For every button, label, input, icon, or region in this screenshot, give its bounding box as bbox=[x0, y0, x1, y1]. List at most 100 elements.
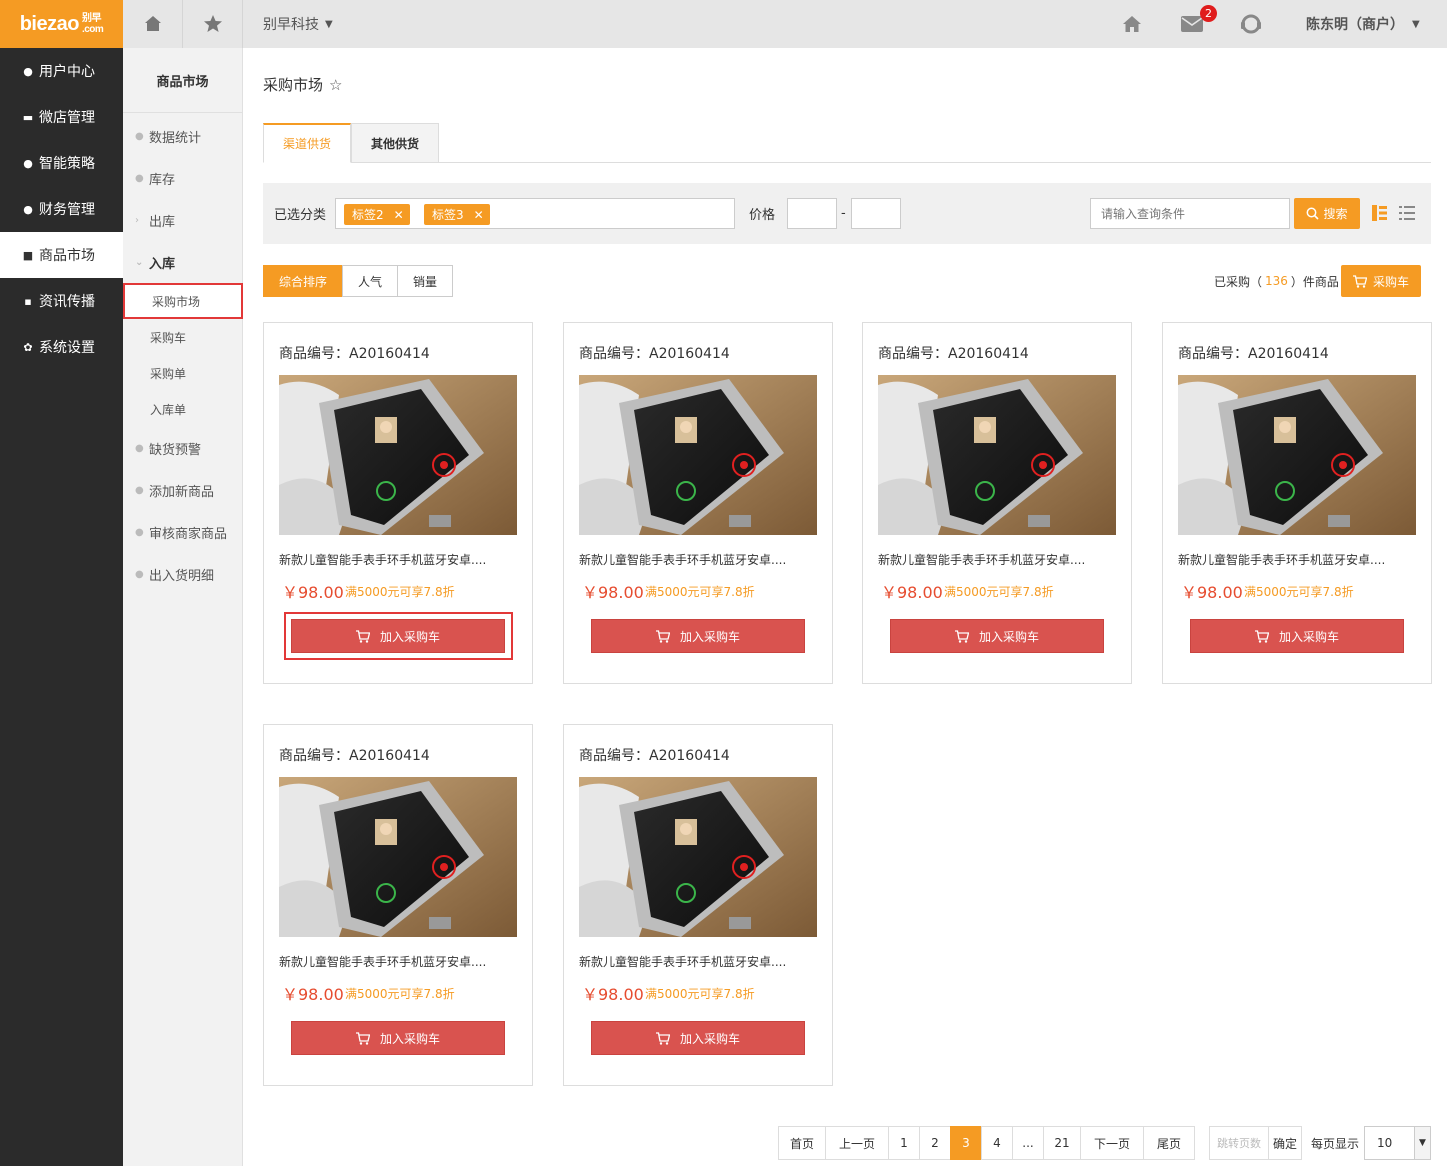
price-max-input[interactable] bbox=[851, 198, 901, 229]
company-dropdown[interactable]: 别早科技 ▼ bbox=[242, 0, 333, 48]
favorite-star-outline-icon[interactable]: ☆ bbox=[329, 76, 342, 94]
product-promo: 满5000元可享7.8折 bbox=[1244, 585, 1354, 599]
page-button[interactable]: ... bbox=[1012, 1126, 1044, 1160]
product-watch-image bbox=[279, 375, 517, 535]
search-icon bbox=[1307, 207, 1320, 220]
caret-down-icon: ▼ bbox=[1412, 18, 1420, 30]
page-button[interactable]: 3 bbox=[950, 1126, 982, 1160]
subnav-item-inbound[interactable]: ⌄ 入库 bbox=[123, 241, 242, 283]
product-card: 商品编号：A20160414 新款儿童智能手表手环手机蓝牙安卓.... ￥98.… bbox=[263, 724, 533, 1086]
product-watch-image bbox=[279, 777, 517, 937]
product-image[interactable] bbox=[579, 777, 817, 937]
sidebar-item-shop[interactable]: ▬ 微店管理 bbox=[0, 94, 123, 140]
sidebar-item-news[interactable]: ▪ 资讯传播 bbox=[0, 278, 123, 324]
search-input[interactable] bbox=[1090, 198, 1290, 229]
sidebar-item-settings[interactable]: ✿ 系统设置 bbox=[0, 324, 123, 370]
cart-icon bbox=[655, 1031, 670, 1045]
page-button[interactable]: 4 bbox=[981, 1126, 1013, 1160]
logo[interactable]: biezao 别早 .com bbox=[0, 0, 123, 48]
grid-view-icon[interactable] bbox=[1372, 205, 1388, 221]
price-range-dash: - bbox=[841, 206, 846, 221]
per-page-select[interactable]: 10 ▼ bbox=[1364, 1126, 1431, 1160]
cart-icon bbox=[355, 1031, 370, 1045]
product-promo: 满5000元可享7.8折 bbox=[944, 585, 1054, 599]
jump-page-input[interactable]: 跳转页数 bbox=[1209, 1126, 1269, 1160]
page-button[interactable]: 1 bbox=[888, 1126, 920, 1160]
product-name[interactable]: 新款儿童智能手表手环手机蓝牙安卓.... bbox=[1178, 551, 1385, 568]
logo-sub: 别早 .com bbox=[81, 13, 104, 35]
product-promo: 满5000元可享7.8折 bbox=[645, 585, 755, 599]
subnav-item-stock[interactable]: ● 库存 bbox=[123, 157, 242, 199]
tab-other-supply[interactable]: 其他供货 bbox=[351, 123, 439, 163]
pagination: 首页 上一页 1 2 3 4... 21 下一页 尾页 bbox=[778, 1126, 1195, 1160]
sort-popularity-button[interactable]: 人气 bbox=[342, 265, 398, 297]
category-tag[interactable]: 标签3 ✕ bbox=[424, 204, 490, 225]
product-card: 商品编号：A20160414 新款儿童智能手表手环手机蓝牙安卓.... ￥98.… bbox=[563, 322, 833, 684]
mail-icon[interactable] bbox=[1180, 0, 1204, 48]
support-headset-icon[interactable] bbox=[1239, 0, 1263, 48]
subnav-child-purchase-market[interactable]: 采购市场 bbox=[123, 283, 243, 319]
sidebar-item-strategy[interactable]: ● 智能策略 bbox=[0, 140, 123, 186]
remove-tag-icon[interactable]: ✕ bbox=[394, 208, 404, 222]
purchase-cart-button[interactable]: 采购车 bbox=[1341, 265, 1421, 297]
subnav-child-purchase-cart[interactable]: 采购车 bbox=[123, 319, 242, 355]
product-name[interactable]: 新款儿童智能手表手环手机蓝牙安卓.... bbox=[878, 551, 1085, 568]
add-to-cart-button[interactable]: 加入采购车 bbox=[291, 1021, 505, 1055]
product-price: ￥98.00 bbox=[282, 583, 344, 602]
sort-comprehensive-button[interactable]: 综合排序 bbox=[263, 265, 343, 297]
favorite-star-icon[interactable] bbox=[183, 0, 243, 48]
product-image[interactable] bbox=[279, 777, 517, 937]
product-watch-image bbox=[579, 777, 817, 937]
product-price: ￥98.00 bbox=[282, 985, 344, 1004]
subnav-item-stock-alert[interactable]: ● 缺货预警 bbox=[123, 427, 242, 469]
main-sidebar: ● 用户中心 ▬ 微店管理 ● 智能策略 ● 财务管理 ■ 商品市场 ▪ 资讯传播 ✿ 系统设… bbox=[0, 48, 123, 1166]
page-button[interactable]: 2 bbox=[919, 1126, 951, 1160]
add-to-cart-button[interactable]: 加入采购车 bbox=[591, 619, 805, 653]
page-button[interactable]: 下一页 bbox=[1080, 1126, 1144, 1160]
page-button[interactable]: 尾页 bbox=[1143, 1126, 1195, 1160]
category-tag[interactable]: 标签2 ✕ bbox=[344, 204, 410, 225]
product-price: ￥98.00 bbox=[1181, 583, 1243, 602]
tab-channel-supply[interactable]: 渠道供货 bbox=[263, 123, 351, 163]
page-button[interactable]: 21 bbox=[1043, 1126, 1081, 1160]
sort-sales-button[interactable]: 销量 bbox=[397, 265, 453, 297]
product-name[interactable]: 新款儿童智能手表手环手机蓝牙安卓.... bbox=[279, 551, 486, 568]
sidebar-item-market[interactable]: ■ 商品市场 bbox=[0, 232, 123, 278]
subnav-item-add-product[interactable]: ● 添加新商品 bbox=[123, 469, 242, 511]
sidebar-item-finance[interactable]: ● 财务管理 bbox=[0, 186, 123, 232]
home-settings-icon[interactable] bbox=[123, 0, 183, 48]
sub-navigation: 商品市场 ● 数据统计 ● 库存 › 出库 ⌄ 入库 采购市场 采购车 采购单 入库单 … bbox=[123, 48, 243, 1166]
product-name[interactable]: 新款儿童智能手表手环手机蓝牙安卓.... bbox=[579, 551, 786, 568]
product-card: 商品编号：A20160414 新款儿童智能手表手环手机蓝牙安卓.... ￥98.… bbox=[563, 724, 833, 1086]
highlight-frame bbox=[284, 612, 513, 660]
per-page-label: 每页显示 bbox=[1311, 1136, 1360, 1151]
price-label: 价格 bbox=[749, 208, 776, 223]
category-tag-input[interactable]: 标签2 ✕ 标签3 ✕ bbox=[335, 198, 735, 229]
product-image[interactable] bbox=[279, 375, 517, 535]
subnav-child-inbound-order[interactable]: 入库单 bbox=[123, 391, 242, 427]
add-to-cart-button[interactable]: 加入采购车 bbox=[591, 1021, 805, 1055]
price-min-input[interactable] bbox=[787, 198, 837, 229]
sidebar-item-user-center[interactable]: ● 用户中心 bbox=[0, 48, 123, 94]
user-menu[interactable]: 陈东明（商户） ▼ bbox=[1306, 0, 1420, 48]
page-button[interactable]: 上一页 bbox=[825, 1126, 889, 1160]
jump-confirm-button[interactable]: 确定 bbox=[1268, 1126, 1302, 1160]
page-button[interactable]: 首页 bbox=[778, 1126, 826, 1160]
product-image[interactable] bbox=[878, 375, 1116, 535]
home-icon[interactable] bbox=[1120, 0, 1144, 48]
list-view-icon[interactable] bbox=[1399, 205, 1415, 221]
product-image[interactable] bbox=[579, 375, 817, 535]
add-to-cart-button[interactable]: 加入采购车 bbox=[890, 619, 1104, 653]
search-button[interactable]: 搜索 bbox=[1294, 198, 1360, 229]
product-name[interactable]: 新款儿童智能手表手环手机蓝牙安卓.... bbox=[579, 953, 786, 970]
remove-tag-icon[interactable]: ✕ bbox=[474, 208, 484, 222]
subnav-child-purchase-order[interactable]: 采购单 bbox=[123, 355, 242, 391]
product-image[interactable] bbox=[1178, 375, 1416, 535]
main-content: 采购市场 ☆ 渠道供货 其他供货 已选分类 标签2✕ 标签3✕ 价格 - 搜索 bbox=[243, 48, 1447, 1166]
subnav-item-review-products[interactable]: ● 审核商家商品 bbox=[123, 511, 242, 553]
product-name[interactable]: 新款儿童智能手表手环手机蓝牙安卓.... bbox=[279, 953, 486, 970]
subnav-item-goods-detail[interactable]: ● 出入货明细 bbox=[123, 553, 242, 595]
subnav-item-stats[interactable]: ● 数据统计 bbox=[123, 115, 242, 157]
add-to-cart-button[interactable]: 加入采购车 bbox=[1190, 619, 1404, 653]
subnav-item-outbound[interactable]: › 出库 bbox=[123, 199, 242, 241]
